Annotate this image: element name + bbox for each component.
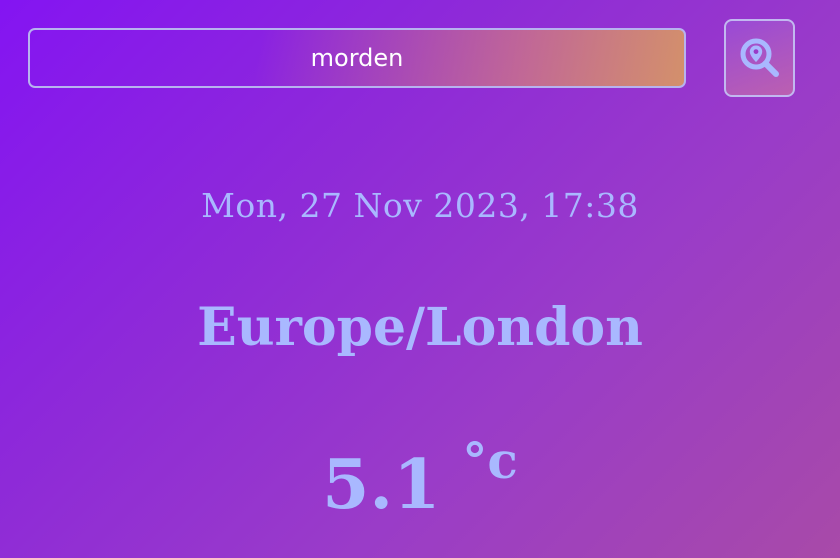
temperature-display: 5.1 °c bbox=[0, 431, 840, 530]
location-search-icon bbox=[738, 36, 782, 80]
temperature-value: 5.1 bbox=[322, 445, 441, 525]
date-time: Mon, 27 Nov 2023, 17:38 bbox=[201, 186, 639, 225]
temperature-unit: °c bbox=[462, 431, 518, 490]
search-button[interactable] bbox=[724, 19, 795, 97]
location-title: Europe/London bbox=[197, 297, 643, 358]
search-input[interactable] bbox=[28, 28, 686, 88]
